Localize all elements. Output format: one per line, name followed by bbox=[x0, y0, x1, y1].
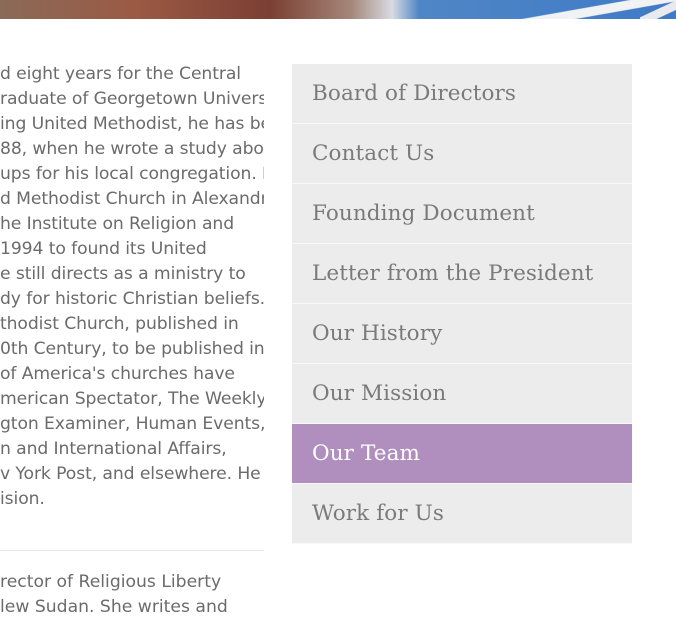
nav-item-our-team[interactable]: Our Team bbox=[292, 424, 632, 484]
nav-item-board-of-directors[interactable]: Board of Directors bbox=[292, 64, 632, 124]
bio-divider bbox=[0, 550, 264, 551]
sidebar-nav: Board of Directors Contact Us Founding D… bbox=[292, 64, 632, 544]
nav-item-contact-us[interactable]: Contact Us bbox=[292, 124, 632, 184]
next-bio-text: rector of Religious Liberty lew Sudan. S… bbox=[0, 570, 264, 620]
bio-line: ision. bbox=[0, 489, 45, 509]
header-photo-roof-edge bbox=[640, 0, 676, 19]
nav-item-our-history[interactable]: Our History bbox=[292, 304, 632, 364]
bio-line: merican Spectator, The Weekly bbox=[0, 389, 264, 409]
nav-item-our-mission[interactable]: Our Mission bbox=[292, 364, 632, 424]
nav-item-letter-from-the-president[interactable]: Letter from the President bbox=[292, 244, 632, 304]
bio-line: v York Post, and elsewhere. He is bbox=[0, 464, 264, 484]
bio-line: raduate of Georgetown University bbox=[0, 89, 264, 109]
nav-item-founding-document[interactable]: Founding Document bbox=[292, 184, 632, 244]
header-photo bbox=[0, 0, 676, 19]
bio-line: dy for historic Christian beliefs. He bbox=[0, 289, 264, 309]
bio-line: of America's churches have bbox=[0, 364, 235, 384]
bio-line: n and International Affairs, bbox=[0, 439, 227, 459]
bio-line: 88, when he wrote a study about bbox=[0, 139, 264, 159]
bio-line: d Methodist Church in Alexandria, bbox=[0, 189, 264, 209]
bio-text: d eight years for the Central raduate of… bbox=[0, 62, 264, 512]
bio-line: gton Examiner, Human Events, bbox=[0, 414, 264, 434]
bio-line: e still directs as a ministry to bbox=[0, 264, 246, 284]
bio-line: he Institute on Religion and bbox=[0, 214, 235, 234]
bio-line: d eight years for the Central bbox=[0, 64, 241, 84]
nav-item-work-for-us[interactable]: Work for Us bbox=[292, 484, 632, 544]
bio-line: lew Sudan. She writes and bbox=[0, 597, 228, 617]
bio-line: ing United Methodist, he has been bbox=[0, 114, 264, 134]
bio-line: thodist Church, published in bbox=[0, 314, 239, 334]
bio-line: rector of Religious Liberty bbox=[0, 572, 222, 592]
bio-line: 1994 to found its United bbox=[0, 239, 207, 259]
bio-line: 0th Century, to be published in bbox=[0, 339, 264, 359]
bio-line: ups for his local congregation. He bbox=[0, 164, 264, 184]
